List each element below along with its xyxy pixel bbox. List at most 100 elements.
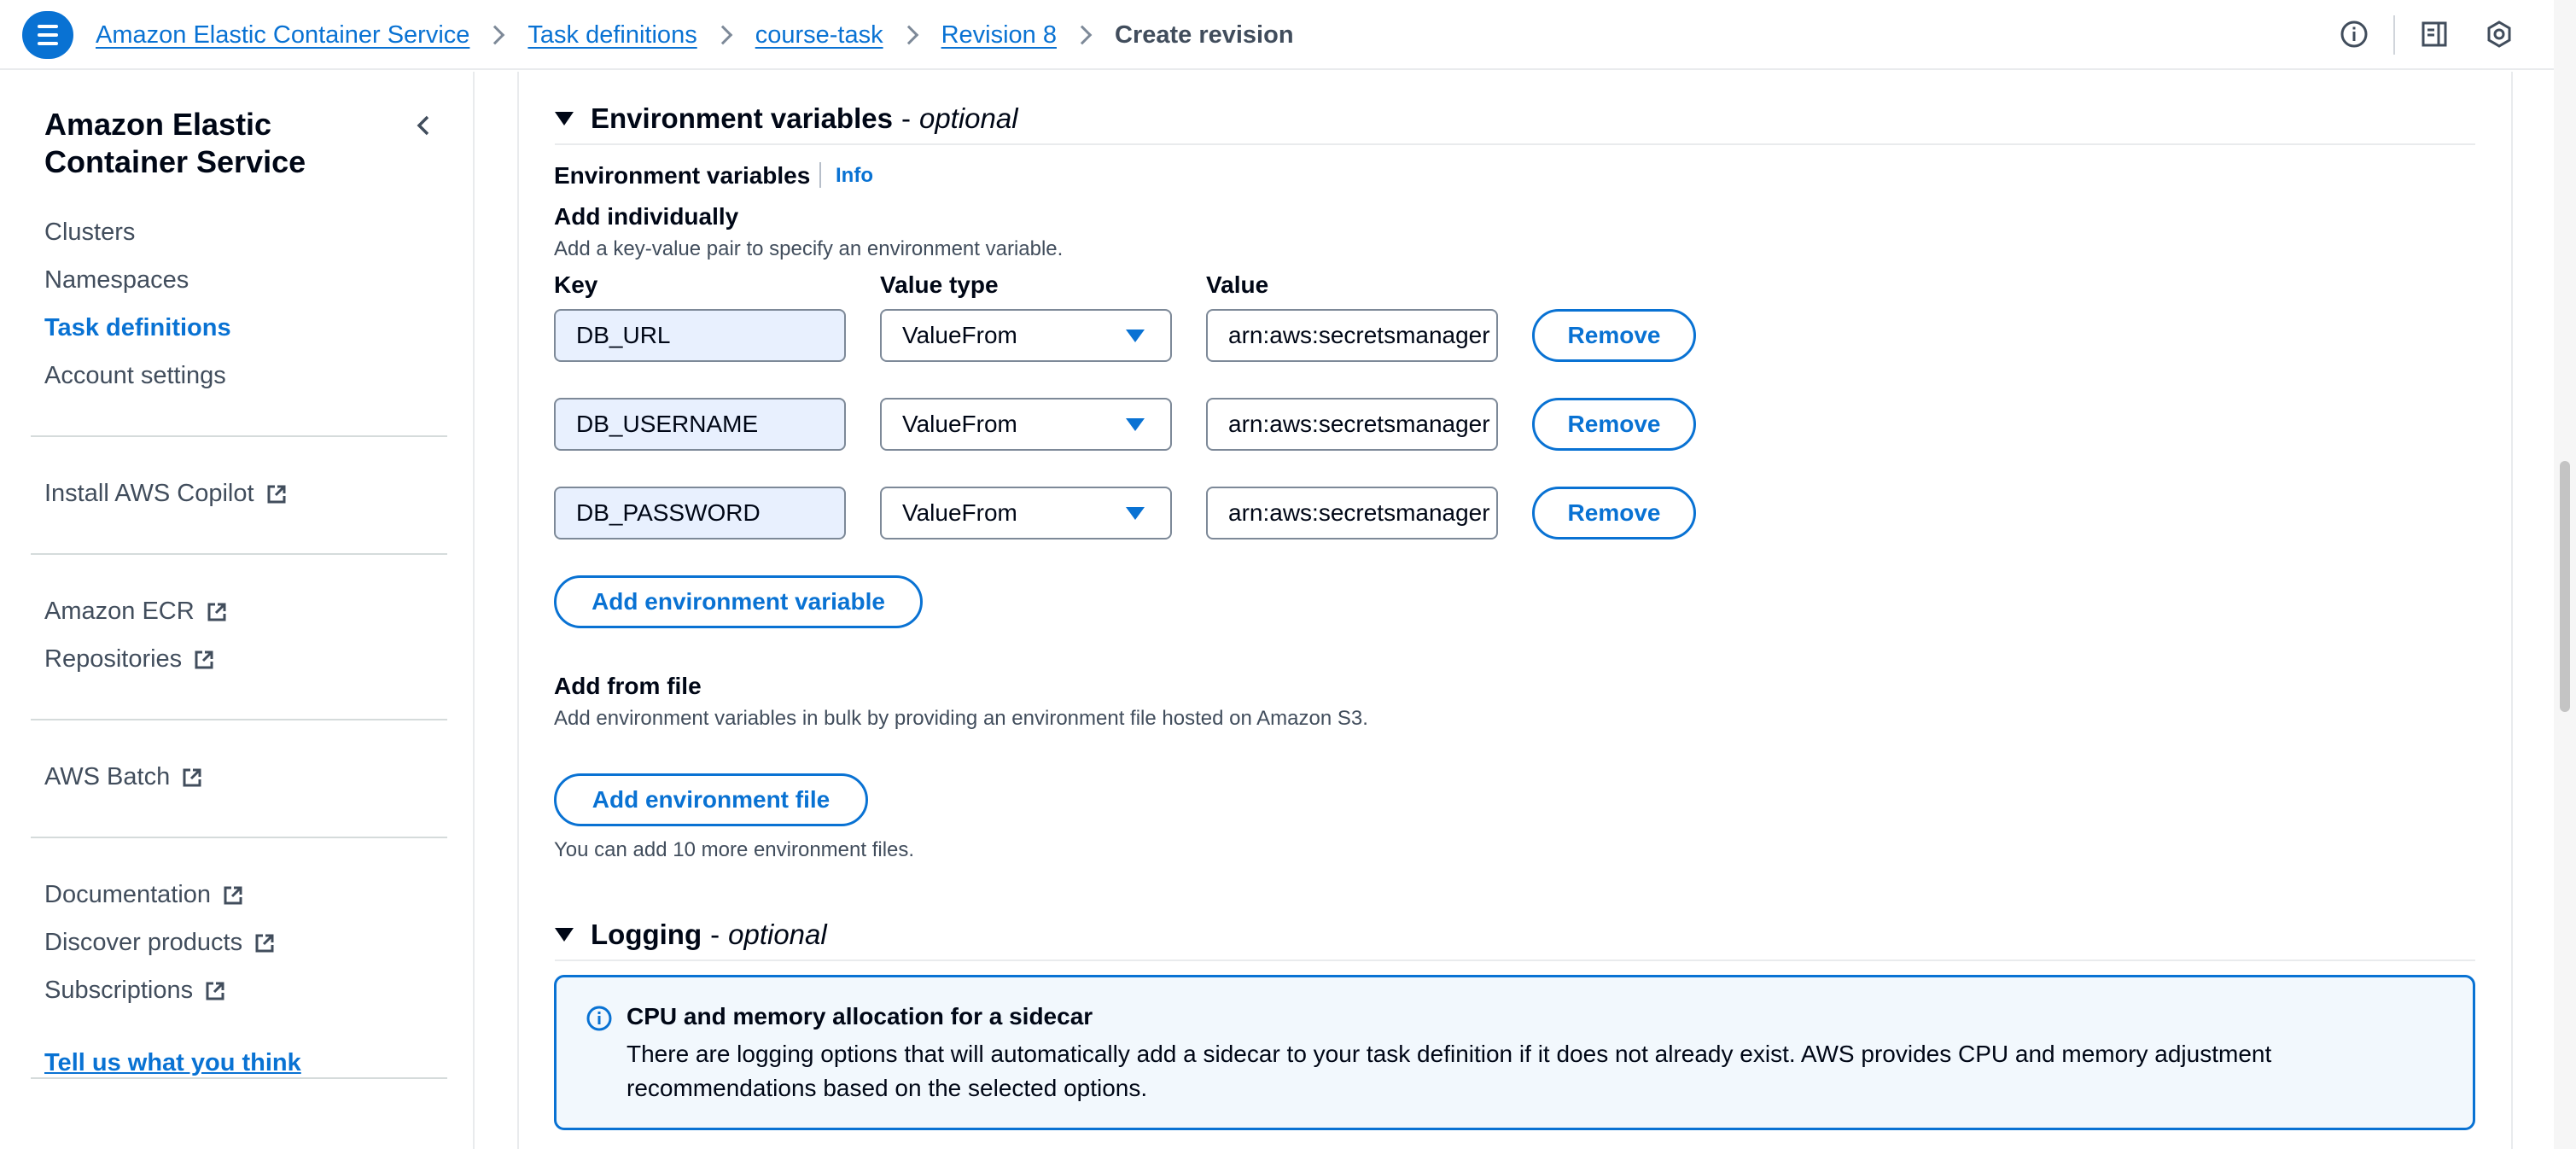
section-divider: [555, 959, 2475, 961]
sidebar-item-label: Install AWS Copilot: [44, 480, 254, 507]
settings-hex-icon[interactable]: [2484, 19, 2515, 50]
sidebar-item-account-settings[interactable]: Account settings: [44, 362, 226, 390]
section-dash: -: [900, 102, 911, 134]
breadcrumb-task-definitions[interactable]: Task definitions: [527, 21, 696, 50]
breadcrumb-ecs[interactable]: Amazon Elastic Container Service: [96, 21, 469, 50]
external-link-icon: [180, 766, 204, 790]
sidebar-item-discover-products[interactable]: Discover products: [44, 929, 277, 957]
sidebar-item-subscriptions[interactable]: Subscriptions: [44, 977, 227, 1005]
section-dash: -: [710, 919, 720, 950]
info-circle-icon: [586, 1005, 613, 1032]
sidebar-item-label: Discover products: [44, 929, 243, 956]
external-link-icon: [265, 482, 288, 506]
menu-icon-line: [38, 42, 58, 45]
external-link-icon: [192, 648, 216, 672]
sidebar-item-install-copilot[interactable]: Install AWS Copilot: [44, 480, 288, 508]
env-key-input[interactable]: DB_URL: [554, 309, 846, 362]
side-panel-icon[interactable]: [2419, 19, 2450, 50]
sidebar-divider: [31, 837, 447, 838]
add-from-file-description: Add environment variables in bulk by pro…: [554, 707, 1368, 730]
caret-down-icon: [1126, 418, 1145, 431]
add-individually-label: Add individually: [554, 203, 739, 230]
sidebar-divider: [31, 553, 447, 555]
chevron-right-icon: [899, 25, 918, 45]
chevron-left-icon: [417, 115, 429, 136]
files-remaining-hint: You can add 10 more environment files.: [554, 838, 915, 861]
breadcrumb-course-task[interactable]: course-task: [755, 21, 883, 50]
sidebar-item-label: Repositories: [44, 645, 183, 673]
sidebar-divider: [31, 435, 447, 437]
select-value: ValueFrom: [902, 411, 1017, 437]
caret-down-icon: [1126, 507, 1145, 520]
caret-down-icon: [555, 928, 574, 942]
breadcrumb-current: Create revision: [1115, 20, 1294, 49]
sidebar-title-line: Container Service: [44, 144, 306, 179]
add-environment-file-button[interactable]: Add environment file: [554, 773, 868, 826]
alert-body: There are logging options that will auto…: [627, 1041, 2272, 1101]
external-link-icon: [205, 600, 229, 624]
sidebar-divider: [31, 719, 447, 720]
column-value-type-label: Value type: [880, 271, 999, 298]
hamburger-menu-button[interactable]: [22, 11, 73, 59]
scrollbar-thumb[interactable]: [2560, 461, 2570, 712]
caret-down-icon: [555, 112, 574, 125]
external-link-icon: [203, 979, 227, 1003]
section-divider: [555, 143, 2475, 145]
remove-variable-button[interactable]: Remove: [1532, 398, 1696, 451]
sidebar-title[interactable]: Amazon Elastic Container Service: [44, 106, 306, 181]
value-type-select[interactable]: ValueFrom: [880, 398, 1172, 451]
env-value-input[interactable]: arn:aws:secretsmanager: [1206, 309, 1498, 362]
add-from-file-label: Add from file: [554, 673, 702, 699]
add-environment-variable-button[interactable]: Add environment variable: [554, 575, 923, 628]
external-link-icon: [253, 931, 277, 955]
optional-label: optional: [918, 102, 1018, 134]
feedback-link[interactable]: Tell us what you think: [44, 1049, 301, 1077]
breadcrumb: Amazon Elastic Container Service Task de…: [96, 0, 1294, 70]
column-value-label: Value: [1206, 271, 1269, 298]
toolbar-divider: [2393, 15, 2395, 55]
chevron-right-icon: [1072, 25, 1093, 45]
external-link-icon: [221, 884, 245, 907]
info-circle-icon[interactable]: [2339, 19, 2369, 50]
logging-section-title: Logging: [591, 919, 702, 950]
side-navigation: Amazon Elastic Container Service Cluster…: [0, 72, 475, 1149]
env-vars-section-title: Environment variables: [591, 102, 893, 134]
value-type-select[interactable]: ValueFrom: [880, 487, 1172, 540]
env-key-input[interactable]: DB_PASSWORD: [554, 487, 846, 540]
chevron-right-icon: [713, 25, 733, 45]
env-vars-section-toggle[interactable]: Environment variables - optional: [555, 102, 1018, 135]
remove-variable-button[interactable]: Remove: [1532, 309, 1696, 362]
info-link[interactable]: Info: [836, 164, 873, 188]
sidebar-item-namespaces[interactable]: Namespaces: [44, 266, 189, 295]
top-navigation-bar: Amazon Elastic Container Service Task de…: [0, 0, 2554, 70]
optional-label: optional: [728, 919, 827, 950]
remove-variable-button[interactable]: Remove: [1532, 487, 1696, 540]
info-divider: [819, 162, 821, 188]
alert-title: CPU and memory allocation for a sidecar: [627, 1003, 1093, 1029]
env-value-input[interactable]: arn:aws:secretsmanager: [1206, 487, 1498, 540]
sidebar-item-documentation[interactable]: Documentation: [44, 881, 245, 909]
sidebar-title-line: Amazon Elastic: [44, 107, 272, 142]
collapse-sidebar-button[interactable]: [411, 113, 437, 138]
menu-icon-line: [38, 25, 58, 28]
sidebar-item-clusters[interactable]: Clusters: [44, 219, 135, 247]
sidebar-divider: [31, 1077, 447, 1079]
sidebar-item-task-definitions[interactable]: Task definitions: [44, 314, 231, 342]
value-type-select[interactable]: ValueFrom: [880, 309, 1172, 362]
sidebar-item-label: Amazon ECR: [44, 598, 195, 625]
breadcrumb-revision[interactable]: Revision 8: [941, 21, 1057, 50]
caret-down-icon: [1126, 330, 1145, 342]
menu-icon-line: [38, 33, 58, 37]
sidebar-item-label: Subscriptions: [44, 977, 194, 1004]
logging-section-toggle[interactable]: Logging - optional: [555, 919, 827, 951]
select-value: ValueFrom: [902, 499, 1017, 526]
env-key-input[interactable]: DB_USERNAME: [554, 398, 846, 451]
sidecar-info-alert: CPU and memory allocation for a sidecar …: [554, 975, 2475, 1130]
sidebar-item-repositories[interactable]: Repositories: [44, 645, 216, 674]
column-key-label: Key: [554, 271, 598, 298]
sidebar-item-label: AWS Batch: [44, 763, 171, 790]
env-value-input[interactable]: arn:aws:secretsmanager: [1206, 398, 1498, 451]
sidebar-item-amazon-ecr[interactable]: Amazon ECR: [44, 598, 229, 626]
sidebar-item-aws-batch[interactable]: AWS Batch: [44, 763, 204, 791]
page-scrollbar[interactable]: [2554, 0, 2576, 1149]
